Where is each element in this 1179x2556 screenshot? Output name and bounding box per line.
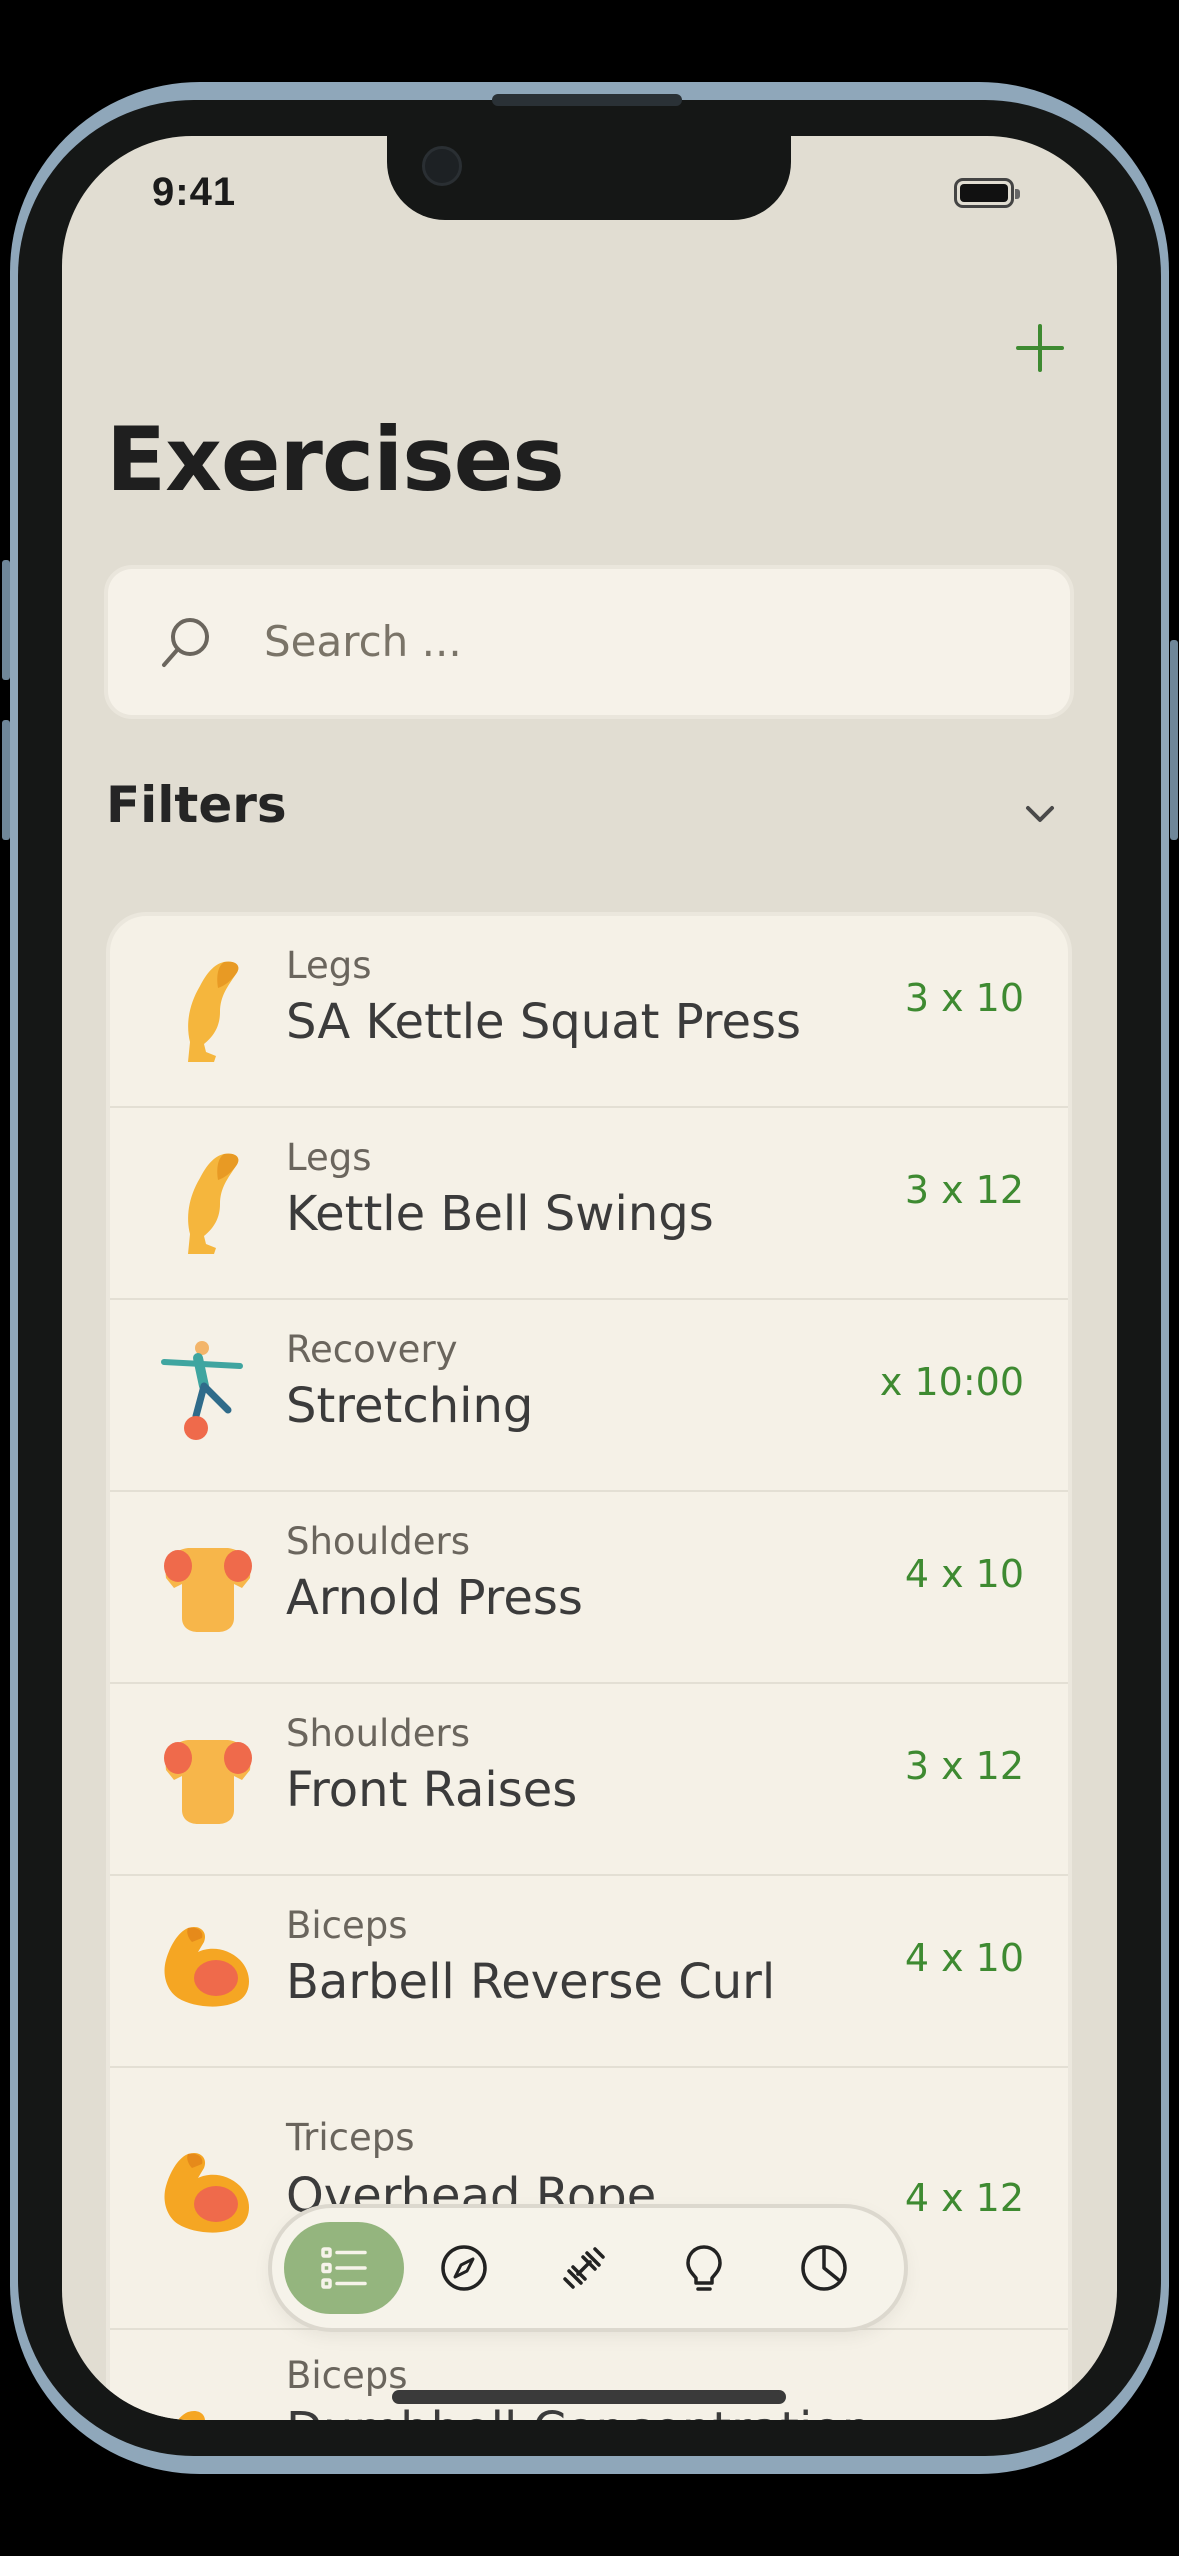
exercise-name: Barbell Reverse Curl: [286, 1954, 776, 2010]
speaker-grille: [492, 94, 682, 106]
exercise-sets: 3 x 12: [904, 1168, 1024, 1212]
lightbulb-icon: [686, 2245, 722, 2291]
front-camera: [422, 146, 462, 186]
tab-tips[interactable]: [644, 2222, 764, 2314]
shoulders-icon: [164, 1740, 252, 1824]
exercise-category: Triceps: [286, 2116, 415, 2159]
exercise-category: Legs: [286, 1136, 372, 1179]
exercise-sets: x 10:00: [879, 1360, 1024, 1404]
tab-workouts[interactable]: [524, 2222, 644, 2314]
volume-down-button: [2, 720, 10, 840]
search-icon: [162, 618, 209, 667]
exercise-name: SA Kettle Squat Press: [286, 994, 802, 1050]
exercise-sets: 4 x 12: [904, 2176, 1024, 2220]
filters-label[interactable]: Filters: [106, 776, 287, 834]
power-button: [1170, 640, 1178, 840]
exercise-sets: 3 x 10: [904, 976, 1024, 1020]
compass-icon: [441, 2245, 487, 2291]
list-item[interactable]: Recovery Stretching x 10:00: [110, 1300, 1068, 1492]
list-item[interactable]: Shoulders Arnold Press 4 x 10: [110, 1492, 1068, 1684]
exercise-category: Shoulders: [286, 1520, 471, 1563]
notch: [387, 136, 791, 220]
flexed-biceps-icon: [164, 2152, 249, 2233]
exercise-sets: 4 x 10: [904, 1552, 1024, 1596]
search-input[interactable]: [262, 605, 1026, 677]
tab-bar: [272, 2208, 904, 2328]
status-time: 9:41: [152, 170, 237, 214]
tab-stats[interactable]: [764, 2222, 884, 2314]
exercise-sets: 3 x 12: [904, 1744, 1024, 1788]
exercise-name: Front Raises: [286, 1762, 578, 1818]
exercise-name: Kettle Bell Swings: [286, 1186, 714, 1242]
list-item[interactable]: Biceps Barbell Reverse Curl 4 x 10: [110, 1876, 1068, 2068]
exercise-category: Shoulders: [286, 1712, 471, 1755]
exercise-name: Stretching: [286, 1378, 534, 1434]
leg-icon: [188, 961, 239, 1062]
list-item[interactable]: Legs SA Kettle Squat Press 3 x 10: [110, 916, 1068, 1108]
screen: 9:41 Exercises Filters Legs SA Kettle Sq…: [62, 136, 1117, 2420]
leg-icon: [188, 1153, 239, 1254]
add-exercise-button[interactable]: [1010, 318, 1070, 378]
exercise-category: Legs: [286, 944, 372, 987]
plus-icon: [1016, 324, 1064, 372]
chevron-down-icon[interactable]: [1020, 794, 1060, 834]
exercise-name: Arnold Press: [286, 1570, 583, 1626]
exercise-category: Recovery: [286, 1328, 458, 1371]
page-title: Exercises: [106, 408, 565, 511]
exercise-list: Legs SA Kettle Squat Press 3 x 10 Legs K…: [110, 916, 1068, 2420]
exercise-category: Biceps: [286, 1904, 408, 1947]
home-indicator[interactable]: [392, 2390, 786, 2404]
list-item[interactable]: Biceps Dumbbell Concentration: [110, 2330, 1068, 2420]
pie-chart-icon: [801, 2245, 847, 2291]
search-bar[interactable]: [108, 569, 1070, 715]
tab-list[interactable]: [284, 2222, 404, 2314]
exercise-sets: 4 x 10: [904, 1936, 1024, 1980]
list-icon: [321, 2247, 367, 2289]
exercise-name: Dumbbell Concentration: [286, 2402, 872, 2420]
shoulders-icon: [164, 1548, 252, 1632]
list-item[interactable]: Shoulders Front Raises 3 x 12: [110, 1684, 1068, 1876]
flexed-biceps-icon: [177, 2411, 205, 2420]
exercise-category: Biceps: [286, 2354, 408, 2397]
volume-up-button: [2, 560, 10, 680]
stretching-person-icon: [161, 1341, 243, 1440]
flexed-biceps-icon: [164, 1926, 249, 2007]
list-item[interactable]: Legs Kettle Bell Swings 3 x 12: [110, 1108, 1068, 1300]
dumbbell-icon: [563, 2247, 605, 2289]
battery-icon: [954, 178, 1020, 208]
tab-explore[interactable]: [404, 2222, 524, 2314]
